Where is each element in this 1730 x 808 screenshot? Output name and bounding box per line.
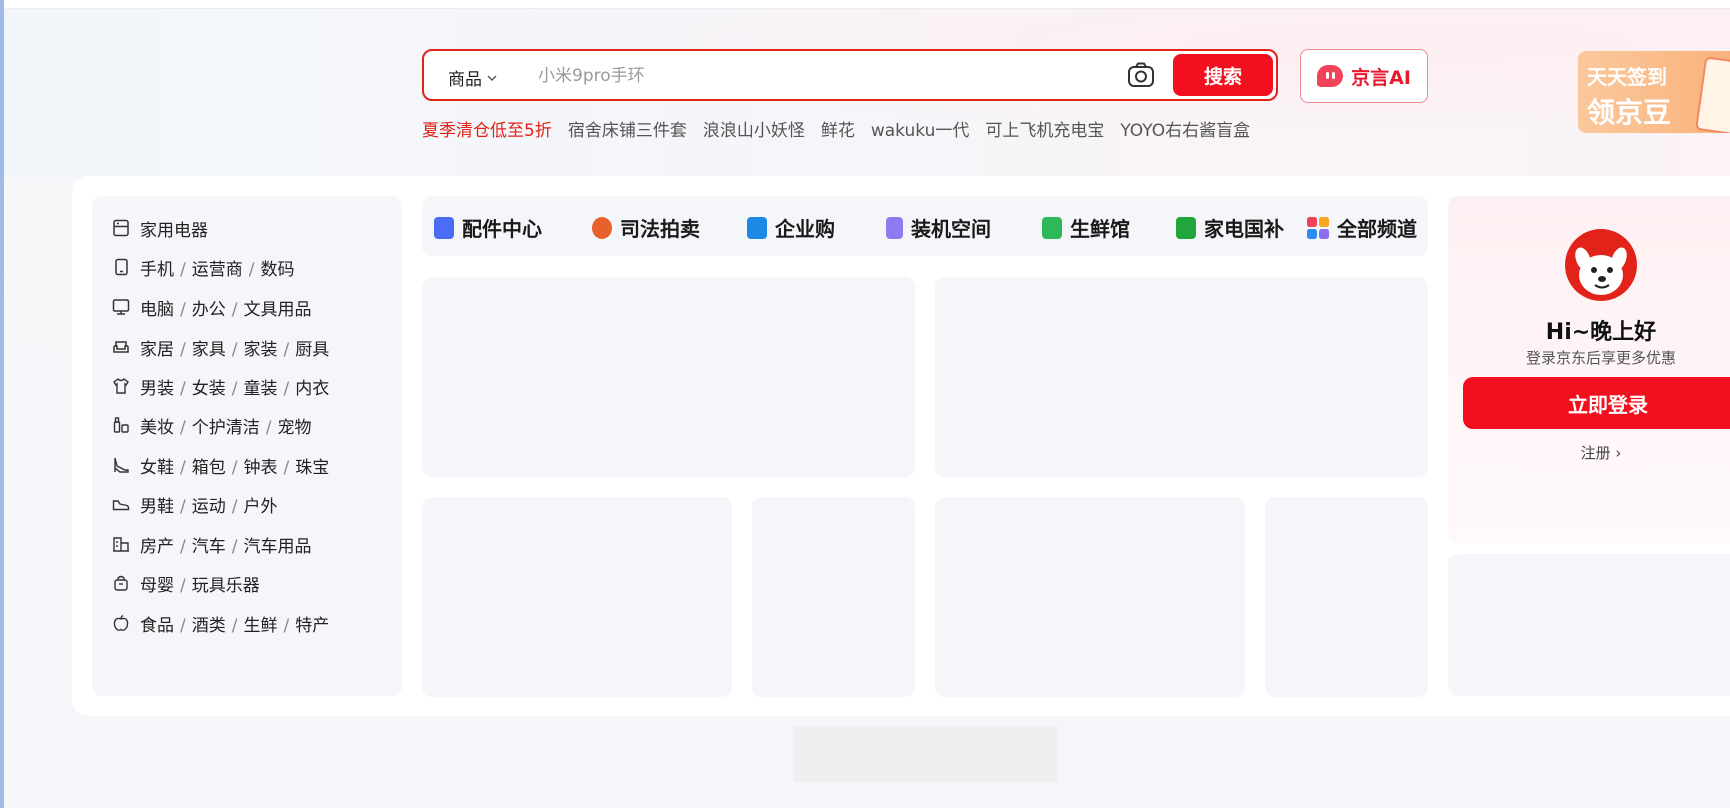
hotword-link[interactable]: 夏季清仓低至5折 [422, 116, 552, 141]
baby-bag-icon [114, 575, 128, 591]
content-placeholder[interactable] [1265, 497, 1428, 697]
search-bar: 商品 搜索 [422, 49, 1278, 101]
search-button[interactable]: 搜索 [1173, 54, 1273, 96]
category-label: 家居 / 家具 / 家装 / 厨具 [140, 339, 330, 360]
sneaker-icon [112, 500, 130, 511]
all-channels-icon [1307, 216, 1329, 239]
banner-placeholder[interactable] [935, 277, 1428, 477]
promo-line1: 天天签到 [1587, 65, 1667, 89]
category-label: 食品 / 酒类 / 生鲜 / 特产 [140, 615, 330, 636]
channel-label: 全部频道 [1337, 217, 1417, 241]
channel-auction[interactable]: 司法拍卖 [592, 213, 700, 242]
sofa-icon [113, 341, 129, 353]
category-label: 房产 / 汽车 / 汽车用品 [140, 536, 312, 557]
category-item-beauty[interactable]: 美妆 / 个护清洁 / 宠物 [112, 410, 311, 440]
avatar[interactable] [1565, 229, 1637, 301]
user-secondary-placeholder [1448, 554, 1730, 696]
hotword-link[interactable]: 浪浪山小妖怪 [703, 116, 805, 141]
bottom-placeholder [793, 726, 1057, 782]
appliance-subsidy-icon [1176, 216, 1196, 239]
monitor-icon [112, 299, 130, 315]
category-item-clothing[interactable]: 男装 / 女装 / 童装 / 内衣 [112, 371, 329, 401]
search-category-select[interactable]: 商品 [448, 65, 498, 90]
channel-appliance-subsidy[interactable]: 家电国补 [1176, 213, 1284, 242]
channel-accessories[interactable]: 配件中心 [434, 213, 542, 242]
hotword-link[interactable]: wakuku一代 [871, 116, 970, 141]
joy-dog-mascot-icon [1575, 247, 1627, 295]
channel-label: 司法拍卖 [620, 217, 700, 241]
category-label: 男鞋 / 运动 / 户外 [140, 496, 278, 517]
accessory-center-icon [434, 216, 454, 239]
chevron-down-icon [487, 75, 497, 81]
sign-in-promo-banner[interactable]: 天天签到 领京豆 [1578, 51, 1730, 133]
category-item-shoes-bags[interactable]: 女鞋 / 箱包 / 钟表 / 珠宝 [112, 450, 329, 480]
cosmetics-icon [113, 417, 129, 433]
login-button[interactable]: 立即登录 [1463, 377, 1730, 429]
apple-icon [113, 614, 129, 631]
heel-icon [114, 457, 129, 473]
auction-icon [592, 216, 612, 239]
category-item-computers[interactable]: 电脑 / 办公 / 文具用品 [112, 292, 311, 322]
diy-pc-icon [886, 216, 903, 239]
channel-all[interactable]: 全部频道 [1307, 213, 1417, 242]
ai-button-label: 京言AI [1351, 66, 1411, 89]
category-sidebar: 家用电器 手机 / 运营商 / 数码 电脑 / 办公 / 文具用品 家居 / 家具 / 家装 / 厨具 男装… [92, 196, 402, 696]
login-benefit-text: 登录京东后享更多优惠 [1525, 349, 1676, 367]
category-label: 母婴 / 玩具乐器 [140, 575, 260, 596]
hotword-link[interactable]: 宿舍床铺三件套 [568, 116, 687, 141]
channel-diy-pc[interactable]: 装机空间 [886, 213, 991, 242]
category-label: 美妆 / 个护清洁 / 宠物 [140, 417, 312, 438]
category-item-auto[interactable]: 房产 / 汽车 / 汽车用品 [112, 529, 311, 559]
channel-fresh[interactable]: 生鲜馆 [1042, 213, 1130, 242]
category-label: 家用电器 [140, 220, 208, 241]
category-item-appliances[interactable]: 家用电器 [112, 213, 208, 243]
category-label: 电脑 / 办公 / 文具用品 [140, 299, 312, 320]
jingyan-ai-button[interactable]: 京言AI [1300, 49, 1428, 103]
shirt-icon [113, 378, 129, 394]
category-label: 女鞋 / 箱包 / 钟表 / 珠宝 [140, 457, 330, 478]
phone-icon [115, 258, 128, 276]
category-item-home[interactable]: 家居 / 家具 / 家装 / 厨具 [112, 332, 329, 362]
category-item-baby[interactable]: 母婴 / 玩具乐器 [112, 568, 260, 598]
content-placeholder[interactable] [422, 497, 732, 697]
greeting-text: Hi~晚上好 [1545, 320, 1657, 345]
building-icon [113, 537, 129, 552]
content-placeholder[interactable] [752, 497, 915, 697]
hotword-link[interactable]: 鲜花 [821, 116, 855, 141]
promo-line2: 领京豆 [1587, 96, 1672, 129]
channel-bar: 配件中心 司法拍卖 企业购 装机空间 生鲜馆 家电国补 全部频道 [422, 196, 1428, 256]
camera-icon[interactable] [1126, 61, 1156, 89]
category-item-sports[interactable]: 男鞋 / 运动 / 户外 [112, 489, 277, 519]
hot-search-words: 夏季清仓低至5折 宿舍床铺三件套 浪浪山小妖怪 鲜花 wakuku一代 可上飞机… [422, 116, 1250, 141]
hotword-link[interactable]: YOYO右右酱盲盒 [1120, 116, 1250, 141]
hotword-link[interactable]: 可上飞机充电宝 [985, 116, 1104, 141]
top-bar [4, 0, 1730, 9]
calendar-icon [1695, 56, 1730, 133]
content-placeholder[interactable] [935, 497, 1245, 697]
category-item-phones[interactable]: 手机 / 运营商 / 数码 [112, 252, 294, 282]
channel-label: 企业购 [775, 217, 835, 241]
channel-label: 配件中心 [462, 217, 542, 241]
search-category-label: 商品 [448, 70, 482, 90]
channel-label: 家电国补 [1204, 217, 1284, 241]
category-label: 男装 / 女装 / 童装 / 内衣 [140, 378, 330, 399]
fresh-basket-icon [1042, 216, 1062, 239]
banner-placeholder[interactable] [422, 277, 915, 477]
search-input[interactable] [536, 61, 1140, 91]
channel-label: 装机空间 [911, 217, 991, 241]
register-link[interactable]: 注册 › [1448, 442, 1730, 463]
category-label: 手机 / 运营商 / 数码 [140, 259, 295, 280]
category-item-food[interactable]: 食品 / 酒类 / 生鲜 / 特产 [112, 608, 329, 638]
enterprise-icon [747, 216, 767, 239]
chat-bubble-icon [1317, 65, 1344, 87]
channel-enterprise[interactable]: 企业购 [747, 213, 835, 242]
appliance-icon [113, 219, 129, 237]
channel-label: 生鲜馆 [1070, 217, 1130, 241]
